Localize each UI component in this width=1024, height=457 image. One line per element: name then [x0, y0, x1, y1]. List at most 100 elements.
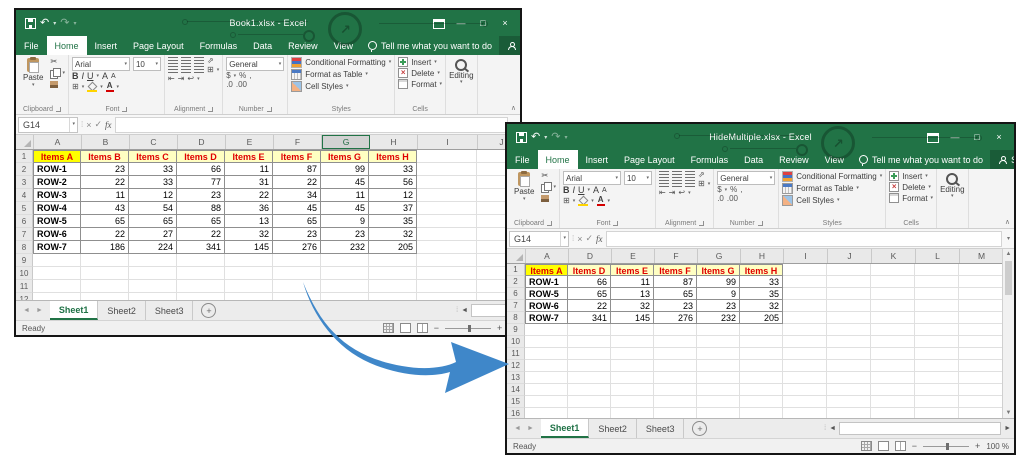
align-top-icon[interactable] — [168, 57, 178, 65]
cell[interactable]: Items C — [129, 150, 177, 163]
sheet-nav-left-icon[interactable]: ◄ — [23, 307, 30, 314]
cell[interactable] — [740, 324, 783, 336]
decrease-decimal-button[interactable]: .00 — [236, 81, 247, 89]
cell[interactable] — [959, 372, 1003, 384]
cell[interactable] — [959, 348, 1003, 360]
format-painter-button[interactable] — [541, 195, 556, 202]
align-left-icon[interactable] — [168, 66, 178, 74]
cell[interactable] — [417, 228, 477, 241]
cell[interactable] — [611, 336, 654, 348]
cell[interactable] — [525, 372, 568, 384]
cell[interactable] — [827, 360, 871, 372]
cell[interactable] — [225, 293, 273, 300]
cell[interactable]: 45 — [321, 202, 369, 215]
cell[interactable] — [417, 215, 477, 228]
font-size-combo[interactable]: 10▾ — [624, 171, 652, 185]
share-button[interactable]: Share — [499, 36, 522, 55]
percent-button[interactable]: % — [239, 72, 246, 80]
cell[interactable] — [611, 396, 654, 408]
ribbon-tab-view[interactable]: View — [817, 150, 852, 169]
dialog-launcher-icon[interactable] — [613, 221, 618, 226]
column-header-L[interactable]: L — [916, 249, 960, 263]
borders-button[interactable]: ⊞ — [563, 197, 570, 205]
cell[interactable]: 341 — [177, 241, 225, 254]
align-bottom-icon[interactable] — [194, 57, 204, 65]
scroll-left-icon[interactable]: ◄ — [829, 425, 836, 432]
column-header-F[interactable]: F — [274, 135, 322, 149]
cell[interactable] — [827, 372, 871, 384]
cell[interactable] — [654, 348, 697, 360]
cell[interactable]: Items D — [568, 264, 611, 276]
ribbon-display-options-icon[interactable] — [428, 11, 450, 35]
insert-cells-button[interactable]: Insert — [411, 58, 431, 67]
cell[interactable] — [177, 267, 225, 280]
cell[interactable]: 11 — [81, 189, 129, 202]
vertical-scroll-thumb[interactable] — [1005, 261, 1012, 295]
cell[interactable] — [525, 336, 568, 348]
maximize-button[interactable]: □ — [472, 11, 494, 35]
cell[interactable] — [81, 254, 129, 267]
enter-entry-icon[interactable]: ✓ — [95, 119, 103, 130]
zoom-slider[interactable] — [923, 446, 969, 447]
cell[interactable] — [81, 267, 129, 280]
decrease-indent-button[interactable]: ⇤ — [168, 75, 175, 83]
column-header-K[interactable]: K — [872, 249, 916, 263]
cell[interactable] — [871, 384, 915, 396]
cell[interactable] — [827, 288, 871, 300]
sheet-tab-sheet1[interactable]: Sheet1 — [50, 301, 99, 320]
cell[interactable]: 45 — [273, 202, 321, 215]
cell[interactable]: 205 — [369, 241, 417, 254]
cell[interactable]: ROW-1 — [33, 163, 81, 176]
new-sheet-button[interactable]: + — [692, 421, 707, 436]
cell[interactable] — [783, 384, 827, 396]
cell[interactable]: 23 — [697, 300, 740, 312]
cell[interactable]: ROW-6 — [525, 300, 568, 312]
new-sheet-button[interactable]: + — [201, 303, 216, 318]
cell[interactable] — [783, 288, 827, 300]
cell[interactable] — [871, 312, 915, 324]
cell[interactable]: ROW-1 — [525, 276, 568, 288]
scroll-up-icon[interactable]: ▲ — [1006, 249, 1012, 259]
cell[interactable]: ROW-7 — [525, 312, 568, 324]
qat-customize-icon[interactable]: ▾ — [73, 20, 76, 27]
cell[interactable]: 13 — [225, 215, 273, 228]
scroll-left-icon[interactable]: ◄ — [461, 307, 468, 314]
bold-button[interactable]: B — [72, 72, 79, 81]
cell[interactable] — [321, 293, 369, 300]
ribbon-tab-data[interactable]: Data — [245, 36, 280, 55]
cell[interactable] — [783, 372, 827, 384]
cell[interactable] — [568, 384, 611, 396]
sheet-tab-sheet1[interactable]: Sheet1 — [541, 419, 590, 438]
column-header-E[interactable]: E — [612, 249, 655, 263]
cell[interactable] — [871, 408, 915, 418]
cell[interactable] — [273, 267, 321, 280]
cell[interactable] — [959, 264, 1003, 276]
cell[interactable]: 33 — [129, 163, 177, 176]
cell-styles-button[interactable]: Cell Styles — [796, 196, 834, 205]
cell[interactable] — [321, 254, 369, 267]
cell[interactable] — [611, 408, 654, 418]
cell[interactable]: 31 — [225, 176, 273, 189]
cell[interactable]: 33 — [129, 176, 177, 189]
cell[interactable]: 23 — [81, 163, 129, 176]
row-header-4[interactable]: 4 — [16, 189, 33, 202]
enter-entry-icon[interactable]: ✓ — [586, 233, 594, 244]
cell[interactable]: 9 — [321, 215, 369, 228]
cell[interactable]: Items G — [321, 150, 369, 163]
cell[interactable]: 43 — [81, 202, 129, 215]
cell[interactable] — [871, 324, 915, 336]
cell[interactable] — [783, 360, 827, 372]
undo-button[interactable]: ↶ — [531, 132, 540, 142]
cell[interactable] — [871, 276, 915, 288]
italic-button[interactable]: I — [81, 72, 84, 81]
sheet-tab-sheet3[interactable]: Sheet3 — [637, 419, 685, 438]
ribbon-tab-page-layout[interactable]: Page Layout — [616, 150, 683, 169]
cell[interactable]: 65 — [81, 215, 129, 228]
row-header-10[interactable]: 10 — [16, 267, 33, 280]
cell[interactable] — [783, 324, 827, 336]
copy-button[interactable]: ▾ — [541, 182, 556, 193]
column-header-F[interactable]: F — [655, 249, 698, 263]
cell[interactable]: 27 — [129, 228, 177, 241]
conditional-formatting-button[interactable]: Conditional Formatting — [305, 58, 385, 67]
cell[interactable] — [740, 396, 783, 408]
